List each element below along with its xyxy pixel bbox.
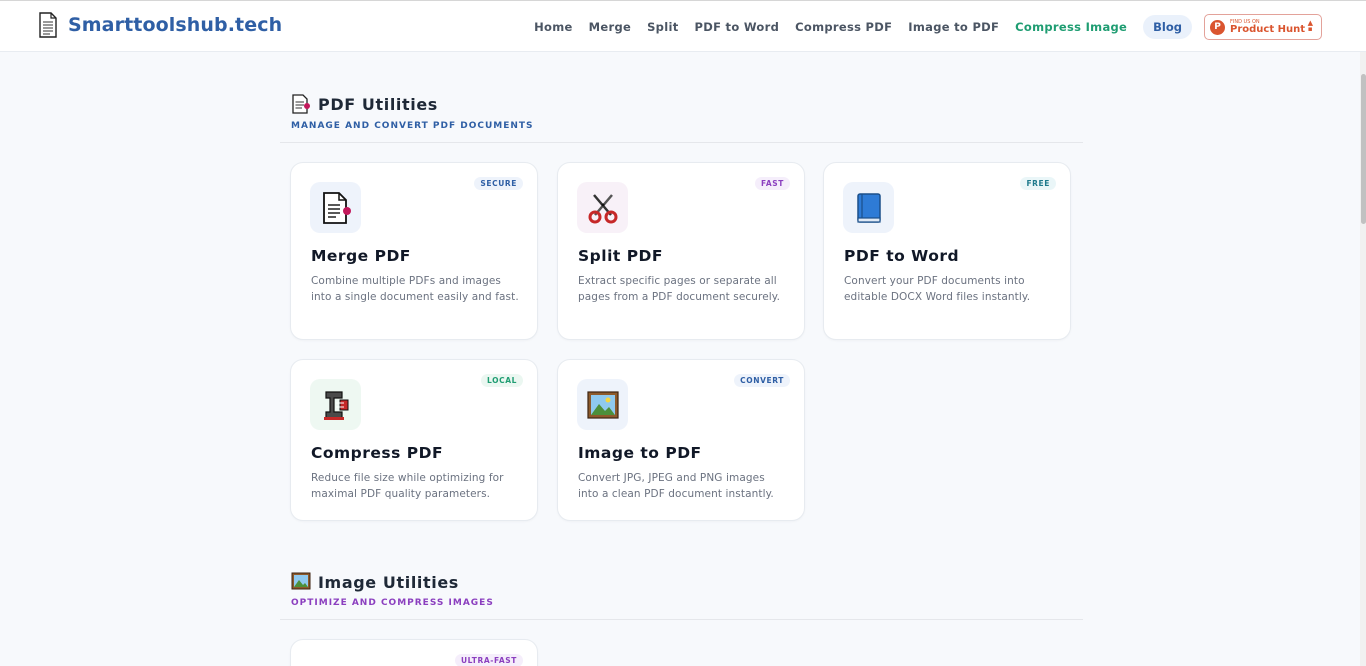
card-description: Combine multiple PDFs and images into a … [311,275,519,303]
card-description: Reduce file size while optimizing for ma… [311,472,504,500]
card-title: Image to PDF [578,444,702,462]
section-subtitle-pdf: MANAGE AND CONVERT PDF DOCUMENTS [291,121,534,131]
badge-local: LOCAL [481,374,523,387]
section-heading: PDF Utilities [318,94,438,114]
badge-convert: CONVERT [734,374,790,387]
page-scrollbar[interactable] [1360,52,1366,666]
site-header: Smarttoolshub.tech Home Merge Split PDF … [0,0,1366,52]
brand-logo-link[interactable]: Smarttoolshub.tech [38,12,282,38]
card-title: PDF to Word [844,247,960,265]
document-merge-icon [310,182,361,233]
badge-free: FREE [1020,177,1056,190]
brand-name: Smarttoolshub.tech [68,14,283,36]
card-title: Compress PDF [311,444,444,462]
badge-ultra-fast: ULTRA-FAST [454,654,523,666]
scissors-icon [577,182,628,233]
product-hunt-big-text: Product Hunt [1230,23,1305,35]
main-nav: Home Merge Split PDF to Word Compress PD… [518,14,1322,40]
split-pdf-card[interactable]: FAST Split PDF Extract specific pages or… [557,162,805,340]
section-title-pdf: PDF Utilities [291,94,438,114]
framed-picture-icon [577,379,628,430]
product-hunt-logo-icon: P [1210,19,1225,35]
document-icon [291,94,311,114]
pdf-to-word-card[interactable]: FREE PDF to Word Convert your PDF docume… [823,162,1071,340]
upvote-arrow-icon: ▲ ▪ [1307,19,1313,33]
section-heading: Image Utilities [318,572,459,592]
section-subtitle-image: OPTIMIZE AND COMPRESS IMAGES [291,598,494,608]
compress-pdf-card[interactable]: LOCAL Compress PDF Reduce file size whil… [290,359,538,521]
product-hunt-text: FIND US ON Product Hunt [1230,19,1305,35]
blue-book-icon [843,182,894,233]
product-hunt-badge[interactable]: P FIND US ON Product Hunt ▲ ▪ [1204,14,1322,40]
nav-pdf-to-word[interactable]: PDF to Word [695,20,780,34]
badge-secure: SECURE [474,177,523,190]
scrollbar-thumb[interactable] [1361,74,1366,224]
merge-pdf-card[interactable]: SECURE Merge PDF Combine multiple PDFs a… [290,162,538,340]
card-description: Convert your PDF documents into editable… [844,275,1031,303]
nav-split[interactable]: Split [647,20,678,34]
nav-blog[interactable]: Blog [1143,15,1192,39]
card-description: Extract specific pages or separate all p… [578,275,781,303]
nav-image-to-pdf[interactable]: Image to PDF [908,20,999,34]
nav-merge[interactable]: Merge [589,20,631,34]
badge-fast: FAST [755,177,790,190]
section-title-image: Image Utilities [291,572,459,592]
card-title: Split PDF [578,247,664,265]
card-title: Merge PDF [311,247,411,265]
clamp-icon [310,379,361,430]
page: Smarttoolshub.tech Home Merge Split PDF … [0,0,1366,666]
nav-home[interactable]: Home [534,20,573,34]
section-divider [280,619,1083,620]
compress-image-card[interactable]: ULTRA-FAST [290,639,538,666]
card-description: Convert JPG, JPEG and PNG images into a … [578,472,774,500]
framed-picture-icon [291,572,311,592]
document-icon [38,12,58,38]
section-divider [280,142,1083,143]
nav-compress-pdf[interactable]: Compress PDF [795,20,892,34]
nav-compress-image[interactable]: Compress Image [1015,20,1127,34]
image-to-pdf-card[interactable]: CONVERT Image to PDF Convert JPG, JPEG a… [557,359,805,521]
